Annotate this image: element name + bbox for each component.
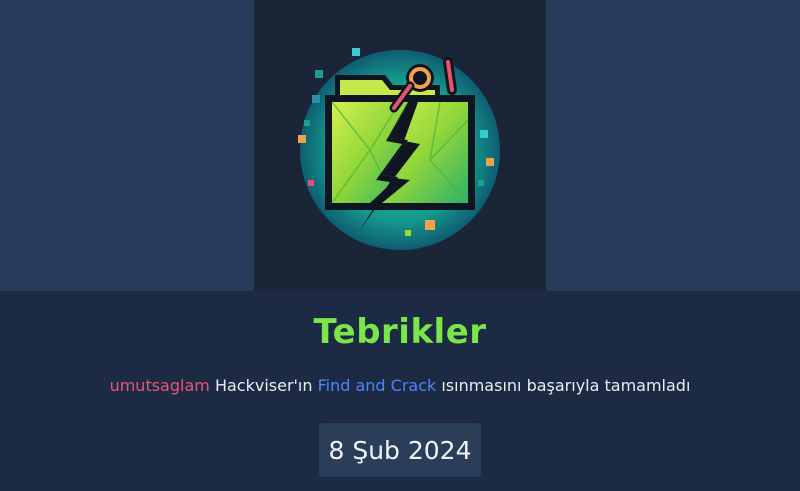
message-text-after: ısınmasını başarıyla tamamladı <box>436 376 691 395</box>
completion-date: 8 Şub 2024 <box>319 423 481 477</box>
completion-message: umutsaglam Hackviser'ın Find and Crack ı… <box>0 376 800 395</box>
folder-crack-icon <box>290 40 510 260</box>
certificate-card: Tebrikler umutsaglam Hackviser'ın Find a… <box>0 0 800 491</box>
page-title: Tebrikler <box>313 312 487 352</box>
lab-name-link[interactable]: Find and Crack <box>318 376 437 395</box>
username-link[interactable]: umutsaglam <box>110 376 210 395</box>
message-text-before: Hackviser'ın <box>209 376 318 395</box>
